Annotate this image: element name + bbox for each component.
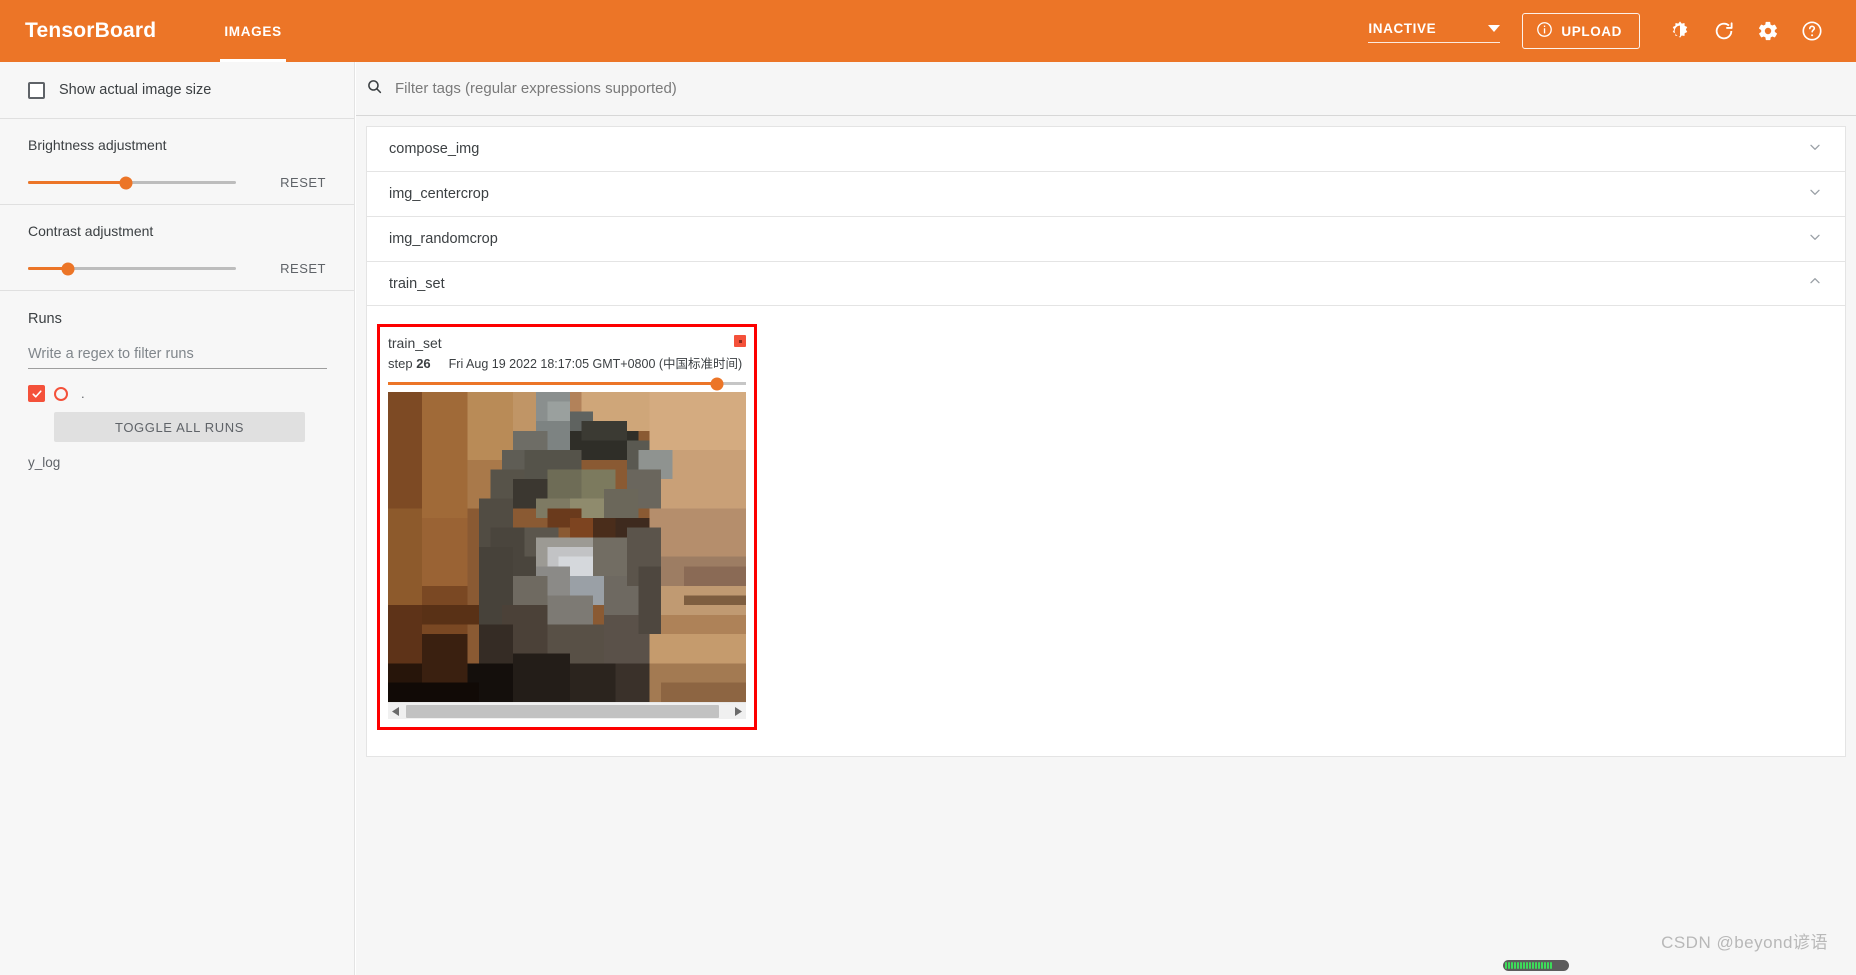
show-actual-image-size-label: Show actual image size (59, 82, 212, 98)
run-status-select[interactable]: INACTIVE (1368, 19, 1501, 43)
brightness-reset-button[interactable]: RESET (280, 175, 326, 190)
tag-name: train_set (389, 275, 445, 292)
runs-section: Runs . TOGGLE ALL RUNS y_log (0, 291, 354, 470)
image-card-step-slider-knob[interactable] (710, 377, 724, 390)
tag-filter-bar (356, 62, 1856, 116)
chevron-down-icon[interactable] (1807, 139, 1823, 160)
help-circle-icon[interactable] (1790, 9, 1834, 53)
sidebar: Show actual image size Brightness adjust… (0, 62, 355, 975)
info-circle-icon (1536, 21, 1553, 41)
run-item-dot[interactable]: . (28, 385, 326, 402)
chevron-down-icon[interactable] (1807, 229, 1823, 250)
chevron-down-icon (1488, 25, 1501, 32)
train-set-panel: train_set step 26 Fri Aug 19 2022 18:17:… (366, 306, 1846, 757)
runs-title: Runs (28, 311, 62, 327)
image-card-step: step 26 (388, 356, 431, 371)
app-brand: TensorBoard (25, 19, 157, 42)
brightness-adjustment-section: Brightness adjustment RESET (0, 119, 354, 204)
tag-list: compose_img img_centercrop img_randomcro… (356, 116, 1856, 757)
header-actions: INACTIVE UPLOAD (1368, 9, 1856, 53)
toggle-all-runs-button[interactable]: TOGGLE ALL RUNS (54, 412, 305, 442)
tab-images-label: IMAGES (224, 23, 282, 39)
runs-footer-label: y_log (28, 455, 61, 470)
tag-name: compose_img (389, 141, 480, 157)
chevron-down-icon[interactable] (1807, 184, 1823, 205)
image-horizontal-scrollbar[interactable] (388, 702, 746, 719)
refresh-icon[interactable] (1702, 9, 1746, 53)
show-actual-image-size-row[interactable]: Show actual image size (0, 62, 354, 118)
brightness-slider[interactable] (28, 176, 236, 189)
scrollbar-thumb[interactable] (406, 704, 719, 718)
tag-row-img-randomcrop[interactable]: img_randomcrop (366, 216, 1846, 261)
run-checkbox[interactable] (28, 385, 45, 402)
tag-row-train-set[interactable]: train_set (366, 261, 1846, 306)
tag-name: img_centercrop (389, 186, 489, 202)
run-item-label: . (81, 386, 85, 401)
tag-row-img-centercrop[interactable]: img_centercrop (366, 171, 1846, 216)
search-icon (366, 78, 383, 100)
tab-images[interactable]: IMAGES (208, 0, 297, 62)
runs-filter-input[interactable] (28, 346, 327, 369)
arrow-left-icon[interactable] (388, 706, 404, 716)
contrast-slider[interactable] (28, 262, 236, 275)
image-card-meta: step 26 Fri Aug 19 2022 18:17:05 GMT+080… (388, 353, 746, 372)
image-card-step-slider[interactable] (388, 377, 746, 390)
contrast-label: Contrast adjustment (28, 223, 154, 239)
run-status-value: INACTIVE (1368, 21, 1437, 36)
main-content: compose_img img_centercrop img_randomcro… (356, 62, 1856, 975)
image-card-step-prefix: step (388, 356, 413, 371)
loading-progress-indicator (1503, 960, 1569, 971)
brightness-label: Brightness adjustment (28, 137, 167, 153)
brightness-slider-fill (28, 181, 126, 184)
contrast-slider-knob[interactable] (61, 262, 75, 275)
image-card-train-set[interactable]: train_set step 26 Fri Aug 19 2022 18:17:… (377, 324, 757, 730)
image-card-run-label: train_set (388, 335, 442, 351)
image-card-step-value: 26 (416, 356, 431, 371)
run-color-swatch (734, 335, 746, 347)
contrast-reset-button[interactable]: RESET (280, 261, 326, 276)
upload-button-label: UPLOAD (1561, 23, 1622, 39)
tag-filter-input[interactable] (393, 79, 1844, 98)
image-card-timestamp: Fri Aug 19 2022 18:17:05 GMT+0800 (中国标准时… (448, 357, 743, 371)
arrow-right-icon[interactable] (730, 706, 746, 716)
header-tabs: IMAGES (208, 0, 297, 62)
run-color-circle-icon (54, 386, 68, 401)
brightness-slider-knob[interactable] (119, 176, 133, 189)
upload-button[interactable]: UPLOAD (1522, 13, 1640, 49)
scrollbar-track[interactable] (404, 704, 730, 718)
settings-gear-icon[interactable] (1746, 9, 1790, 53)
tag-name: img_randomcrop (389, 231, 498, 247)
watermark: CSDN @beyond谚语 (1661, 933, 1828, 952)
tag-row-compose-img[interactable]: compose_img (366, 126, 1846, 171)
app-header: TensorBoard IMAGES INACTIVE UPLOAD (0, 0, 1856, 62)
chevron-up-icon[interactable] (1807, 273, 1823, 294)
brightness-icon[interactable] (1658, 9, 1702, 53)
image-card-step-slider-fill (388, 382, 718, 385)
toggle-all-runs-label: TOGGLE ALL RUNS (115, 419, 244, 435)
contrast-adjustment-section: Contrast adjustment RESET (0, 205, 354, 290)
image-preview-cat (388, 392, 746, 702)
show-actual-image-size-checkbox[interactable] (28, 81, 45, 99)
